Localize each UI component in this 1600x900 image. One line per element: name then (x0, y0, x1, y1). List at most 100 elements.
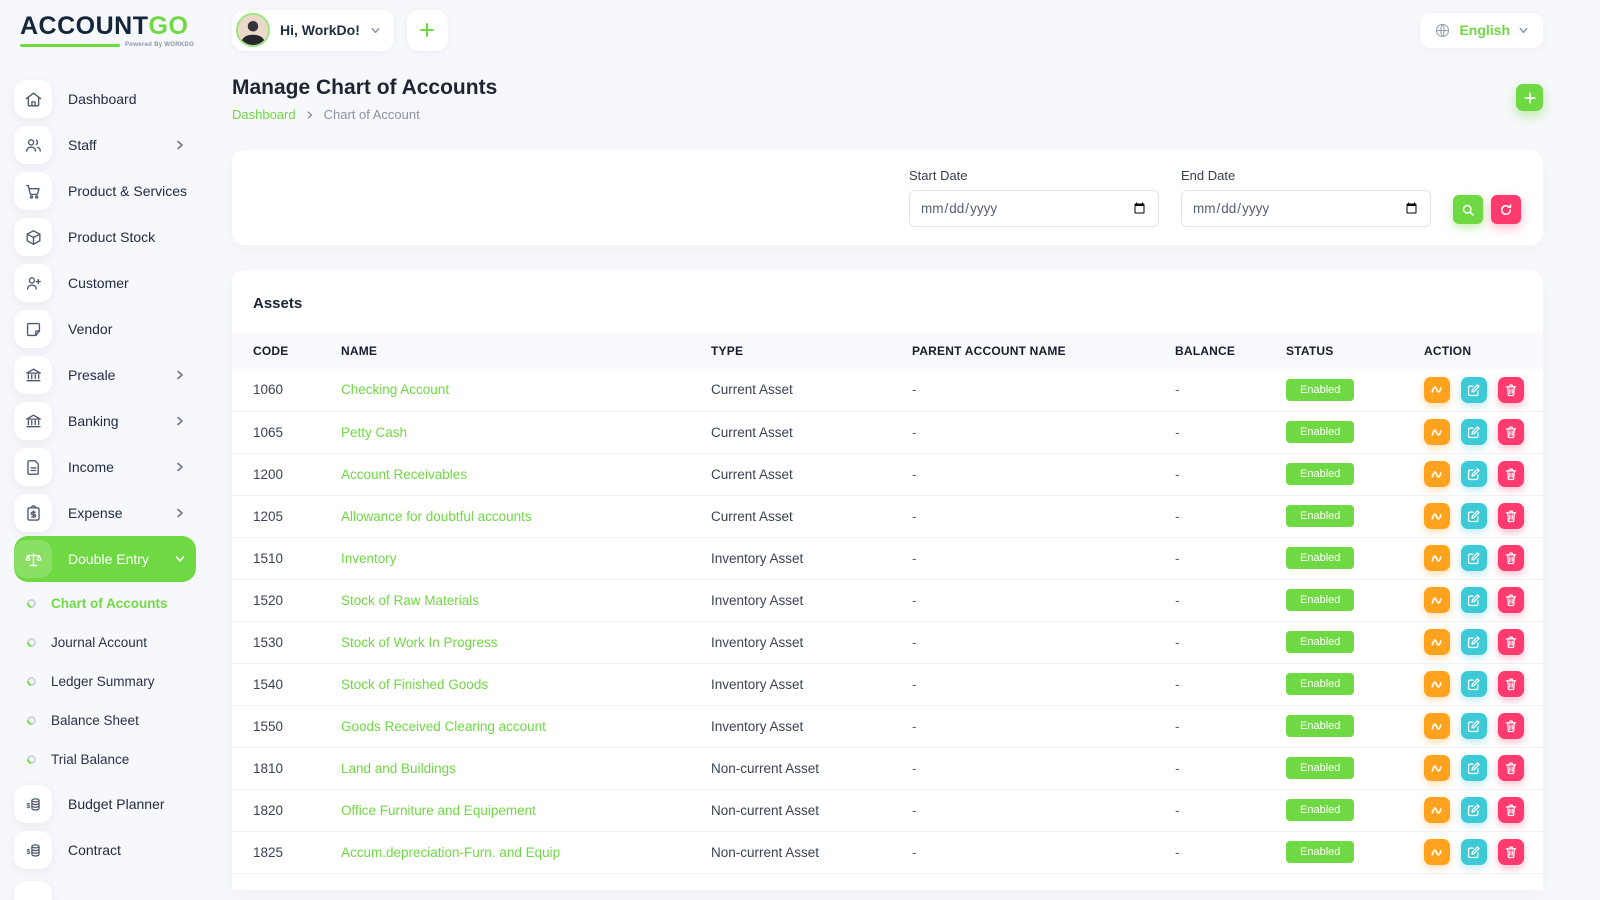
edit-button[interactable] (1461, 587, 1487, 613)
status-badge: Enabled (1286, 757, 1354, 779)
delete-button[interactable] (1498, 629, 1524, 655)
delete-button[interactable] (1498, 839, 1524, 865)
cell-parent: - (912, 831, 1175, 873)
delete-button[interactable] (1498, 503, 1524, 529)
brand-logo[interactable]: ACCOUNTGO Powered By WORKDO (20, 14, 212, 48)
main-content: Hi, WorkDo! English Manage Chart of Acco… (212, 0, 1600, 900)
create-account-button[interactable] (1516, 84, 1543, 111)
account-name-link[interactable]: Office Furniture and Equipement (341, 803, 536, 818)
delete-button[interactable] (1498, 461, 1524, 487)
account-name-link[interactable]: Inventory (341, 551, 397, 566)
delete-button[interactable] (1498, 797, 1524, 823)
user-menu[interactable]: Hi, WorkDo! (232, 10, 394, 51)
delete-button[interactable] (1498, 545, 1524, 571)
account-name-link[interactable]: Stock of Finished Goods (341, 677, 488, 692)
breadcrumb-dashboard-link[interactable]: Dashboard (232, 107, 296, 122)
language-selector[interactable]: English (1420, 13, 1543, 48)
reset-button[interactable] (1491, 195, 1521, 224)
edit-button[interactable] (1461, 377, 1487, 403)
delete-button[interactable] (1498, 671, 1524, 697)
ledger-activity-button[interactable] (1424, 587, 1450, 613)
delete-button[interactable] (1498, 377, 1524, 403)
sidebar-item-customer[interactable]: Customer (14, 260, 196, 306)
ledger-activity-button[interactable] (1424, 545, 1450, 571)
start-date-input[interactable] (909, 190, 1159, 227)
delete-button[interactable] (1498, 587, 1524, 613)
workspace-add-button[interactable] (407, 10, 448, 51)
edit-button[interactable] (1461, 713, 1487, 739)
delete-button[interactable] (1498, 755, 1524, 781)
sidebar-item-income[interactable]: Income (14, 444, 196, 490)
account-name-link[interactable]: Allowance for doubtful accounts (341, 509, 532, 524)
delete-button[interactable] (1498, 419, 1524, 445)
status-badge: Enabled (1286, 841, 1354, 863)
cell-type: Inventory Asset (711, 537, 912, 579)
end-date-input[interactable] (1181, 190, 1431, 227)
edit-button[interactable] (1461, 461, 1487, 487)
sidebar-item-label: Product & Services (68, 183, 187, 199)
sidebar-item-contract[interactable]: $ Contract (14, 827, 196, 873)
account-name-link[interactable]: Goods Received Clearing account (341, 719, 546, 734)
edit-button[interactable] (1461, 545, 1487, 571)
account-name-link[interactable]: Account Receivables (341, 467, 467, 482)
sidebar-subitem-trial-balance[interactable]: Trial Balance (14, 740, 212, 779)
ledger-activity-button[interactable] (1424, 839, 1450, 865)
edit-button[interactable] (1461, 755, 1487, 781)
sidebar-item-staff[interactable]: Staff (14, 122, 196, 168)
ledger-activity-button[interactable] (1424, 419, 1450, 445)
edit-button[interactable] (1461, 503, 1487, 529)
sidebar-nav: Dashboard Staff Product & Services (14, 76, 212, 900)
sidebar-item-expense[interactable]: Expense (14, 490, 196, 536)
cell-code: 1200 (232, 453, 341, 495)
account-name-link[interactable]: Stock of Raw Materials (341, 593, 479, 608)
sidebar-item-double-entry[interactable]: Double Entry (14, 536, 196, 582)
cell-parent: - (912, 411, 1175, 453)
account-name-link[interactable]: Stock of Work In Progress (341, 635, 498, 650)
ledger-activity-button[interactable] (1424, 755, 1450, 781)
cell-balance: - (1175, 789, 1286, 831)
sidebar-item-presale[interactable]: Presale (14, 352, 196, 398)
delete-button[interactable] (1498, 713, 1524, 739)
edit-button[interactable] (1461, 839, 1487, 865)
sidebar-item-budget-planner[interactable]: $ Budget Planner (14, 781, 196, 827)
edit-button[interactable] (1461, 419, 1487, 445)
bullet-icon (25, 597, 38, 610)
account-name-link[interactable]: Accum.depreciation-Furn. and Equip (341, 845, 560, 860)
account-name-link[interactable]: Checking Account (341, 382, 449, 397)
sidebar-item-product-stock[interactable]: Product Stock (14, 214, 196, 260)
cell-type: Non-current Asset (711, 831, 912, 873)
sidebar-subitem-journal-account[interactable]: Journal Account (14, 623, 212, 662)
cell-balance: - (1175, 831, 1286, 873)
sidebar-item-label: Product Stock (68, 229, 155, 245)
ledger-activity-button[interactable] (1424, 797, 1450, 823)
bullet-icon (25, 636, 38, 649)
chevron-down-icon (1518, 25, 1529, 36)
edit-button[interactable] (1461, 629, 1487, 655)
ledger-activity-button[interactable] (1424, 461, 1450, 487)
account-name-link[interactable]: Petty Cash (341, 425, 407, 440)
sidebar-item-vendor[interactable]: Vendor (14, 306, 196, 352)
sidebar-item-product-services[interactable]: Product & Services (14, 168, 196, 214)
cell-balance: - (1175, 663, 1286, 705)
ledger-activity-button[interactable] (1424, 629, 1450, 655)
ledger-activity-button[interactable] (1424, 377, 1450, 403)
cell-type: Current Asset (711, 495, 912, 537)
sidebar-item-banking[interactable]: Banking (14, 398, 196, 444)
ledger-activity-button[interactable] (1424, 671, 1450, 697)
ledger-activity-button[interactable] (1424, 503, 1450, 529)
sidebar-subitem-ledger-summary[interactable]: Ledger Summary (14, 662, 212, 701)
status-badge: Enabled (1286, 673, 1354, 695)
search-button[interactable] (1453, 195, 1483, 224)
section-title-assets: Assets (232, 270, 1543, 333)
edit-button[interactable] (1461, 671, 1487, 697)
breadcrumb: Dashboard Chart of Account (232, 107, 497, 122)
cell-code: 1530 (232, 621, 341, 663)
ledger-activity-button[interactable] (1424, 713, 1450, 739)
sidebar-item-dashboard[interactable]: Dashboard (14, 76, 196, 122)
cell-type: Inventory Asset (711, 663, 912, 705)
sidebar-subitem-balance-sheet[interactable]: Balance Sheet (14, 701, 212, 740)
account-name-link[interactable]: Land and Buildings (341, 761, 456, 776)
sidebar-subitem-chart-of-accounts[interactable]: Chart of Accounts (14, 584, 212, 623)
page-header: Manage Chart of Accounts Dashboard Chart… (232, 76, 1543, 122)
edit-button[interactable] (1461, 797, 1487, 823)
